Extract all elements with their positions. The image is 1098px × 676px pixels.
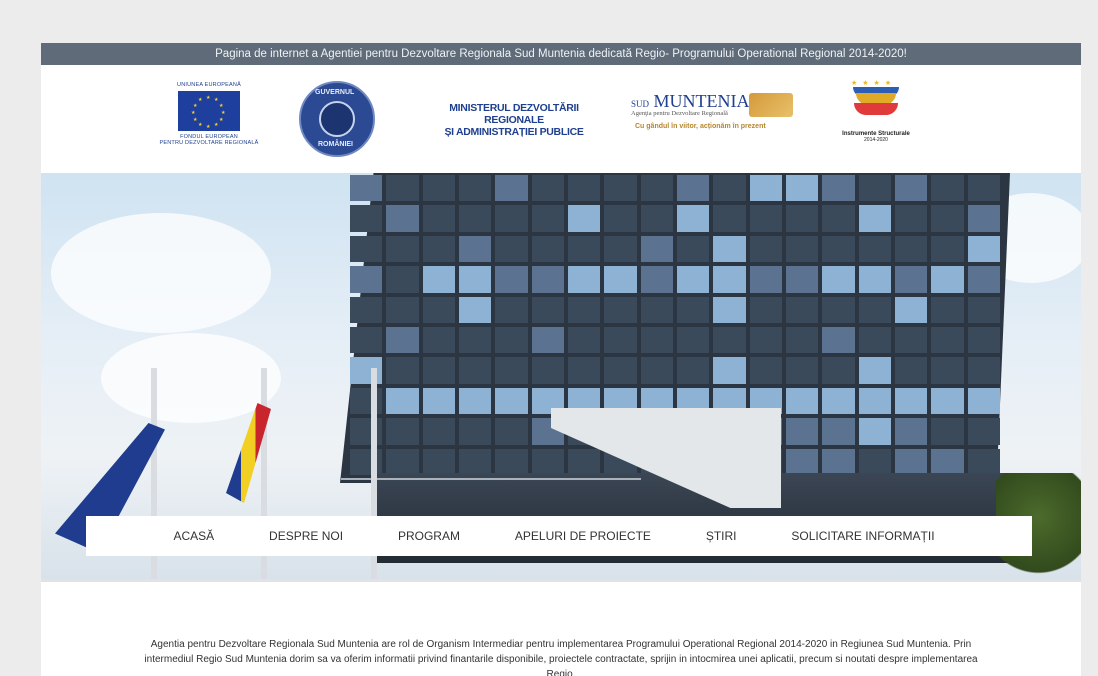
ministry-line-1: MINISTERUL DEZVOLTĂRII REGIONALE [449, 102, 579, 126]
logo-strip: UNIUNEA EUROPEANĂ ★ ★ ★ ★ ★ ★ ★ ★ ★ ★ ★ ★ FOND… [41, 65, 1081, 173]
nav-home[interactable]: ACASĂ [173, 529, 214, 543]
sud-muntenia-slogan: Cu gândul în viitor, acționăm în prezent [635, 123, 766, 130]
nav-program[interactable]: PROGRAM [398, 529, 460, 543]
government-seal-logo[interactable]: GUVERNUL ROMÂNIEI [299, 81, 375, 157]
sud-title: MUNTENIA [653, 91, 750, 111]
nav-news[interactable]: ȘTIRI [706, 529, 737, 543]
sud-muntenia-logo[interactable]: SUD MUNTENIA Agenţia pentru Dezvoltare R… [631, 91, 801, 130]
eu-logo-bottom-text-2: PENTRU DEZVOLTARE REGIONALĂ [159, 140, 259, 146]
eu-flag-icon: ★ ★ ★ ★ ★ ★ ★ ★ ★ ★ ★ ★ [178, 91, 240, 131]
region-map-icon [749, 93, 793, 117]
coat-of-arms-icon [319, 101, 355, 137]
eu-logo-top-text: UNIUNEA EUROPEANĂ [177, 82, 241, 88]
gov-seal-top-text: GUVERNUL [315, 89, 355, 96]
nav-calls[interactable]: APELURI DE PROIECTE [515, 529, 651, 543]
eu-logo[interactable]: UNIUNEA EUROPEANĂ ★ ★ ★ ★ ★ ★ ★ ★ ★ ★ ★ ★ FOND… [139, 82, 279, 146]
nav-info-request[interactable]: SOLICITARE INFORMAȚII [791, 529, 934, 543]
ministry-line-2: ȘI ADMINISTRAȚIEI PUBLICE [444, 126, 584, 138]
structural-instruments-icon: ★★★★ [851, 79, 901, 125]
top-banner: Pagina de internet a Agentiei pentru Dez… [41, 43, 1081, 65]
section-divider [41, 579, 1081, 582]
main-navigation: ACASĂ DESPRE NOI PROGRAM APELURI DE PROI… [86, 516, 1032, 556]
nav-about[interactable]: DESPRE NOI [269, 529, 343, 543]
inst-years: 2014-2020 [864, 137, 888, 143]
gov-seal-bottom-text: ROMÂNIEI [318, 141, 353, 148]
instrumente-structurale-logo[interactable]: ★★★★ Instrumente Structurale 2014-2020 [821, 79, 931, 143]
intro-paragraph: Agentia pentru Dezvoltare Regionala Sud … [144, 639, 978, 676]
sud-prefix: SUD [631, 99, 650, 109]
ministry-logo[interactable]: MINISTERUL DEZVOLTĂRII REGIONALE ȘI ADMI… [439, 102, 589, 138]
page-container: Pagina de internet a Agentiei pentru Dez… [41, 43, 1081, 676]
balcony-rail [341, 478, 641, 480]
